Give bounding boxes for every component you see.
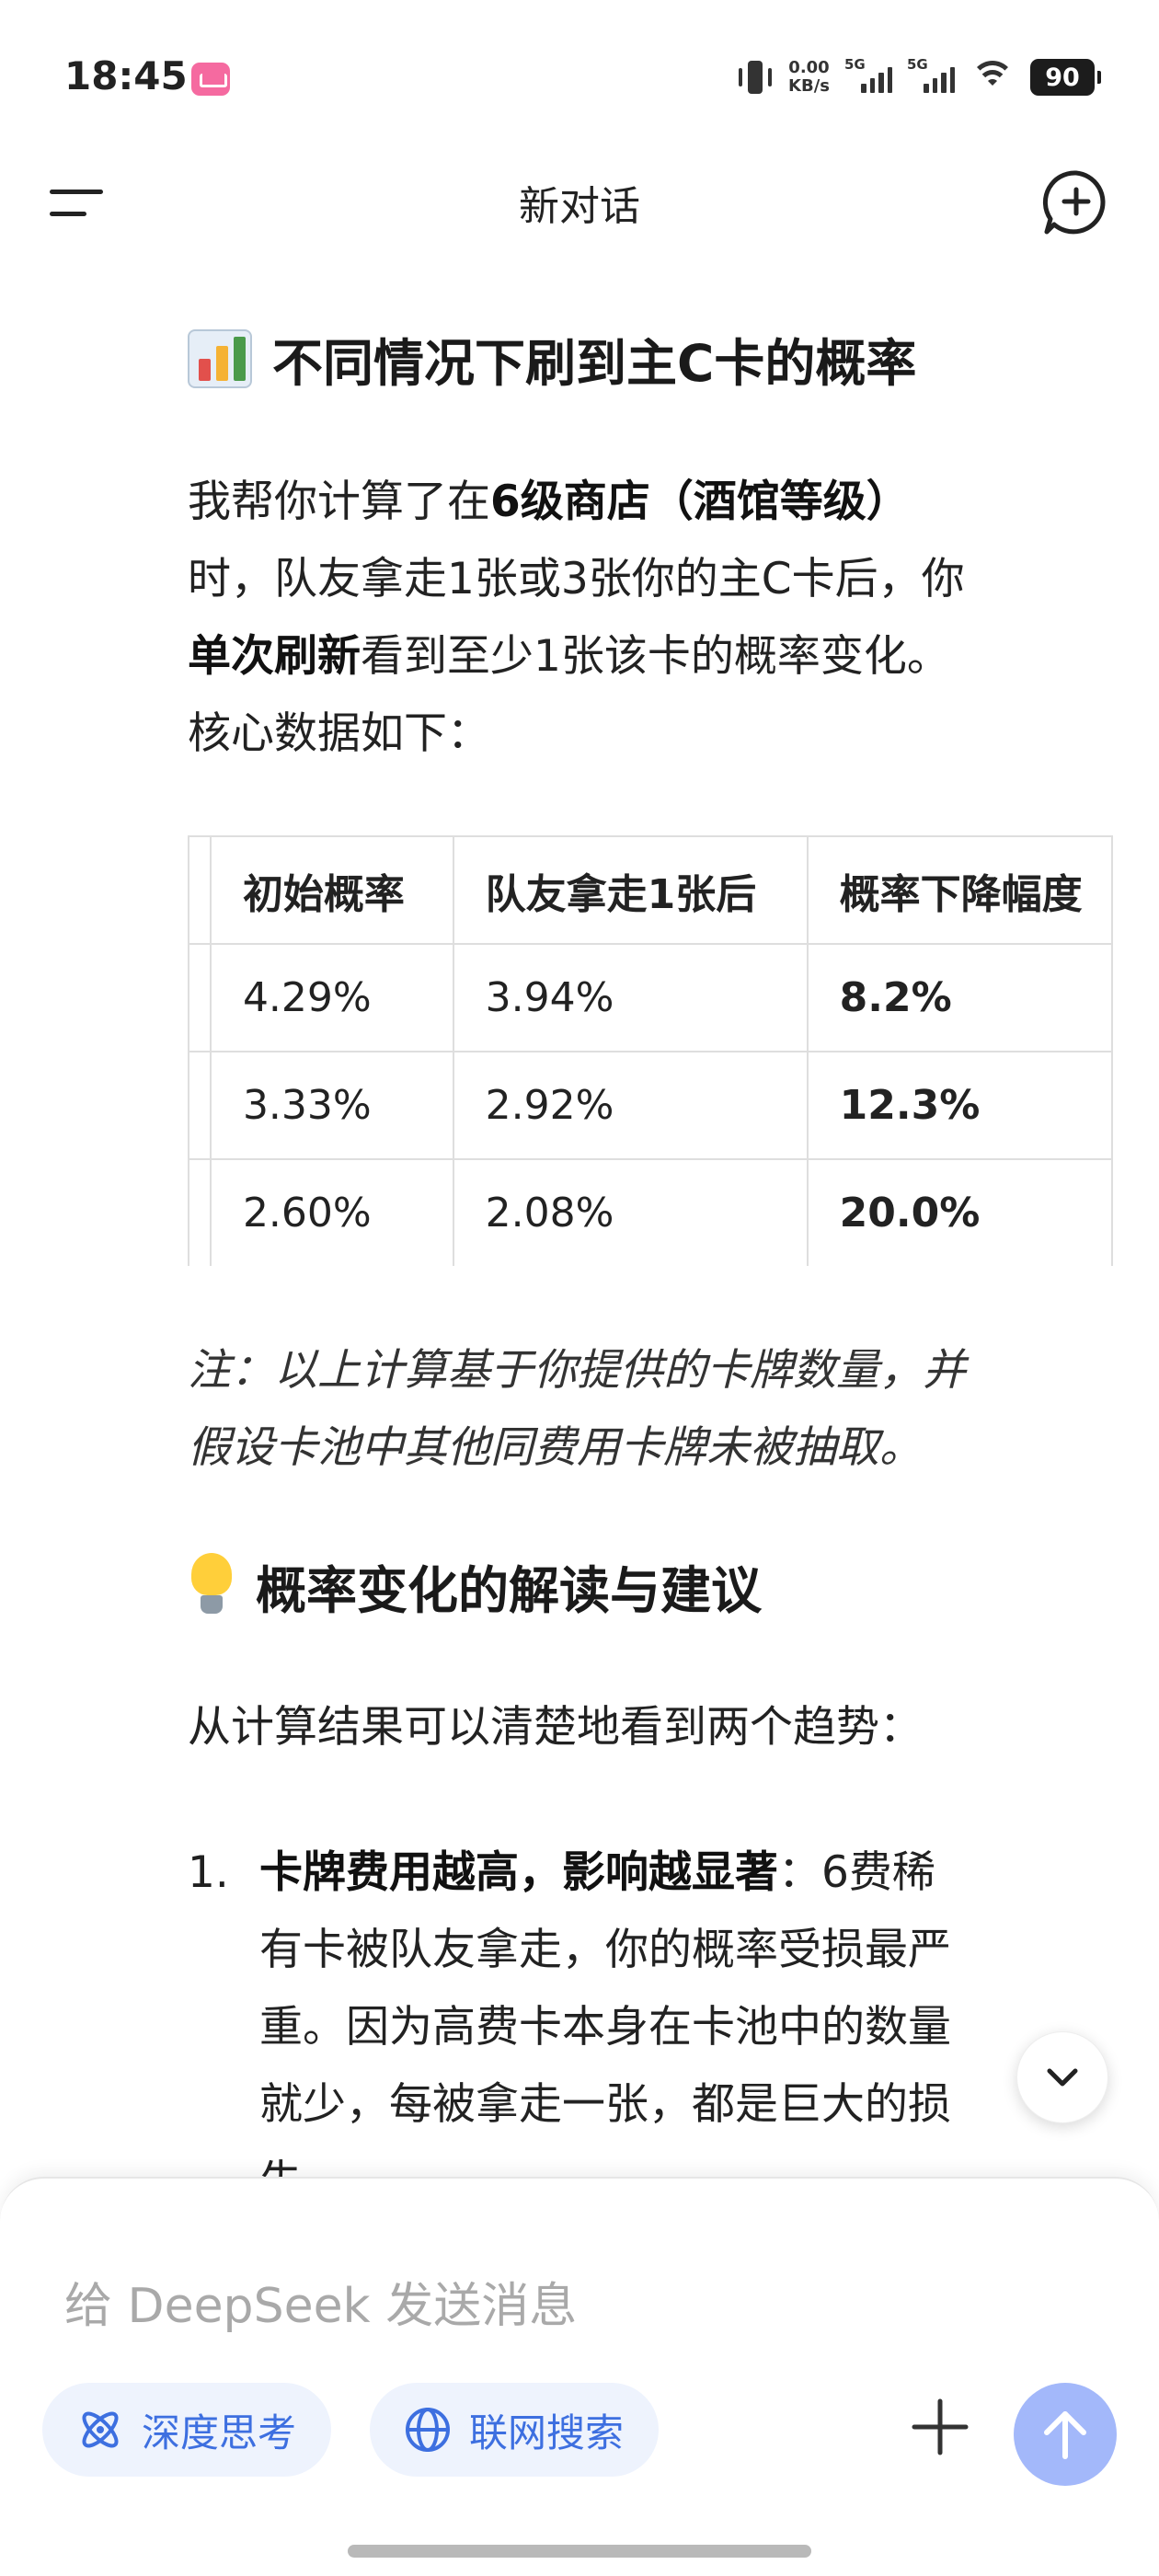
table-cell: 3.94% xyxy=(452,943,809,1052)
table-header-cell: 概率下降幅度 xyxy=(806,835,1113,945)
text-line: 单次刷新看到至少1张该卡的概率变化。 xyxy=(188,618,1107,696)
table-cell xyxy=(188,1158,212,1266)
table-header-cell: 队友拿走1张后 xyxy=(452,835,809,945)
table-header-row: 初始概率 队友拿走1张后 概率下降幅度 xyxy=(188,835,1113,945)
text-segment: 重。因为高费卡本身在卡池中的数量 xyxy=(259,2002,951,2053)
text-line: 时，队友拿走1张或3张你的主C卡后，你 xyxy=(188,541,1107,618)
table-cell: 2.60% xyxy=(209,1158,454,1266)
chevron-down-icon xyxy=(1047,2068,1078,2087)
signal-label: 5G xyxy=(844,56,866,73)
new-chat-icon[interactable] xyxy=(1041,167,1111,237)
table-row: 4.29% 3.94% 8.2% xyxy=(188,943,1113,1052)
bar-chart-icon xyxy=(188,329,252,388)
table-header-cell: 初始概率 xyxy=(209,835,454,945)
app-notification-icon xyxy=(191,63,230,96)
heading-interpretation: 概率变化的解读与建议 xyxy=(188,1540,762,1632)
send-button[interactable] xyxy=(1014,2383,1117,2486)
heading-probability: 不同情况下刷到主C卡的概率 xyxy=(188,313,916,405)
table-cell: 8.2% xyxy=(806,943,1113,1052)
vibrate-icon xyxy=(737,57,774,98)
table-cell: 12.3% xyxy=(806,1051,1113,1160)
status-time: 18:45 xyxy=(64,53,188,98)
text-segment: 核心数据如下： xyxy=(188,708,490,759)
scroll-down-button[interactable] xyxy=(1016,2031,1108,2123)
text-line: 有卡被队友拿走，你的概率受损最严 xyxy=(259,1912,1107,1989)
text-segment: 有卡被队友拿走，你的概率受损最严 xyxy=(259,1925,951,1975)
web-search-label: 联网搜索 xyxy=(469,2409,625,2455)
plus-icon[interactable] xyxy=(905,2392,975,2462)
table-cell xyxy=(188,943,212,1052)
deep-think-label: 深度思考 xyxy=(142,2409,297,2455)
home-indicator xyxy=(348,2545,811,2558)
deep-think-button[interactable]: 深度思考 xyxy=(42,2383,332,2477)
text-line: 卡牌费用越高，影响越显著：6费稀 xyxy=(259,1834,1107,1912)
heading-text: 概率变化的解读与建议 xyxy=(256,1561,763,1620)
composer-panel: 给 DeepSeek 发送消息 深度思考 联网搜索 xyxy=(0,2177,1159,2576)
text-line: 我帮你计算了在6级商店（酒馆等级） xyxy=(188,464,1107,541)
app-header: 新对话 xyxy=(0,156,1159,248)
status-bar: 18:45 0.00 KB/s 5G 5G 90 xyxy=(0,0,1159,156)
text-line: 就少，每被拿走一张，都是巨大的损 xyxy=(259,2066,1107,2144)
lightbulb-icon xyxy=(188,1553,235,1619)
list-number: 1. xyxy=(188,1847,229,1898)
table-cell: 3.33% xyxy=(209,1051,454,1160)
cell-signal-icon: 5G xyxy=(844,56,892,93)
bold-text: 6级商店（酒馆等级） xyxy=(490,477,910,527)
bold-text: 单次刷新 xyxy=(188,631,361,682)
data-table: 初始概率 队友拿走1张后 概率下降幅度 4.29% 3.94% 8.2% 3.33% 2.92… xyxy=(188,835,1113,1266)
text-segment: 时，队友拿走1张或3张你的主C卡后，你 xyxy=(188,554,965,604)
text-segment: 我帮你计算了在 xyxy=(188,477,490,527)
message-input[interactable]: 给 DeepSeek 发送消息 xyxy=(64,2267,577,2336)
text-line: 重。因为高费卡本身在卡池中的数量 xyxy=(259,1989,1107,2066)
web-search-button[interactable]: 联网搜索 xyxy=(370,2383,660,2477)
battery-icon: 90 xyxy=(1030,59,1101,96)
probability-table: 初始概率 队友拿走1张后 概率下降幅度 4.29% 3.94% 8.2% 3.33% 2.92… xyxy=(188,835,1113,1266)
note-paragraph: 注：以上计算基于你提供的卡牌数量，并 假设卡池中其他同费用卡牌未被抽取。 xyxy=(188,1332,1107,1487)
table-cell xyxy=(188,1051,212,1160)
arrow-up-icon xyxy=(1044,2411,1086,2459)
table-cell: 20.0% xyxy=(806,1158,1113,1266)
atom-icon xyxy=(82,2411,119,2448)
net-speed: 0.00 KB/s xyxy=(788,59,830,96)
text-line: 核心数据如下： xyxy=(188,696,1107,773)
list-text: 卡牌费用越高，影响越显著：6费稀有卡被队友拿走，你的概率受损最严 重。因为高费卡本… xyxy=(259,1834,1107,2197)
text-segment: 看到至少1张该卡的概率变化。 xyxy=(361,631,950,682)
heading-text: 不同情况下刷到主C卡的概率 xyxy=(272,334,917,393)
table-cell: 2.08% xyxy=(452,1158,809,1266)
table-row: 2.60% 2.08% 20.0% xyxy=(188,1158,1113,1266)
text-segment: ：6费稀 xyxy=(778,1847,935,1898)
globe-icon xyxy=(406,2408,450,2452)
note-line: 注：以上计算基于你提供的卡牌数量，并 xyxy=(188,1345,966,1396)
wifi-icon xyxy=(970,59,1016,96)
list-item: 1. 卡牌费用越高，影响越显著：6费稀有卡被队友拿走，你的概率受损最严 重。因为高… xyxy=(188,1834,1107,2197)
net-speed-value: 0.00 xyxy=(788,58,830,77)
net-speed-unit: KB/s xyxy=(788,76,830,96)
table-cell: 4.29% xyxy=(209,943,454,1052)
trend-intro: 从计算结果可以清楚地看到两个趋势： xyxy=(188,1702,923,1753)
text-segment: 就少，每被拿走一张，都是巨大的损 xyxy=(259,2079,951,2130)
cell-signal-icon-2: 5G xyxy=(907,56,955,93)
note-line: 假设卡池中其他同费用卡牌未被抽取。 xyxy=(188,1422,923,1473)
table-cell: 2.92% xyxy=(452,1051,809,1160)
table-header-cell xyxy=(188,835,212,945)
page-title: 新对话 xyxy=(519,183,640,230)
bold-text: 卡牌费用越高，影响越显著 xyxy=(259,1847,778,1898)
status-icons: 0.00 KB/s 5G 5G 90 xyxy=(737,53,1101,101)
table-row: 3.33% 2.92% 12.3% xyxy=(188,1051,1113,1160)
battery-level: 90 xyxy=(1045,63,1080,92)
signal-label-2: 5G xyxy=(907,56,928,73)
intro-paragraph: 我帮你计算了在6级商店（酒馆等级） 时，队友拿走1张或3张你的主C卡后，你 单次刷新… xyxy=(188,464,1107,773)
